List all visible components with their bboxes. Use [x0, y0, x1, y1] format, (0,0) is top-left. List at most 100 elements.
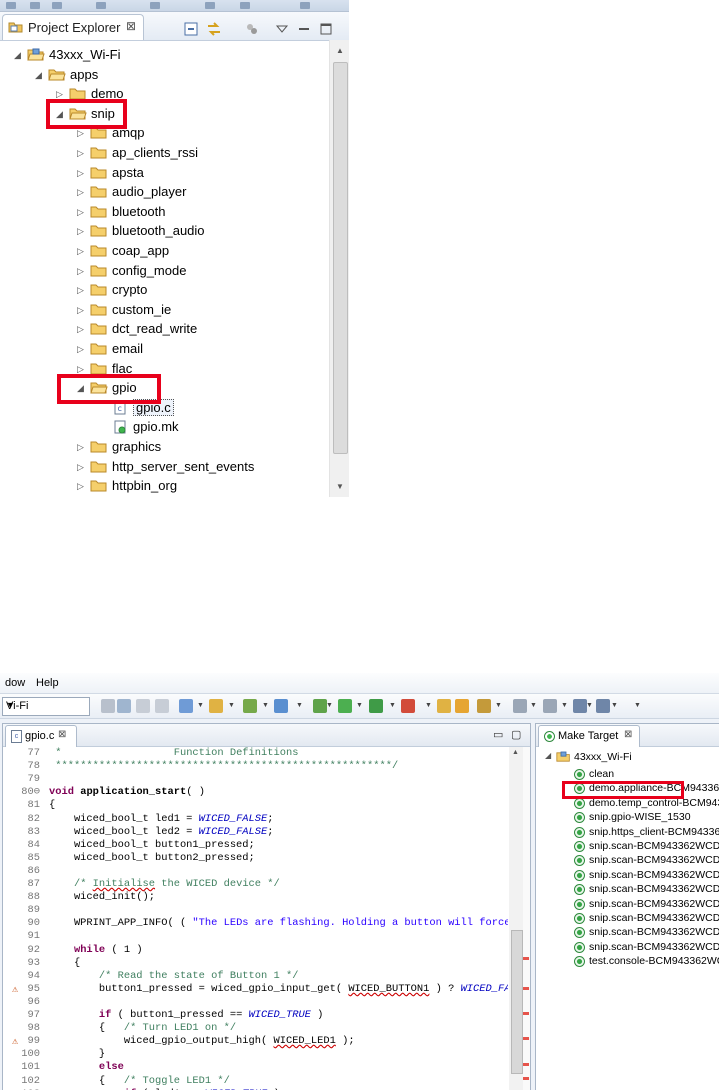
collapsed-arrow-icon[interactable]: ▷	[77, 324, 87, 334]
dropdown-arrow-icon[interactable]: ▼	[530, 702, 537, 709]
collapsed-arrow-icon[interactable]: ▷	[77, 344, 87, 354]
scrollbar-thumb[interactable]	[333, 62, 348, 454]
minimize-icon[interactable]: ▭	[493, 728, 503, 741]
dropdown-arrow-icon[interactable]: ▼	[634, 702, 641, 709]
tree-item[interactable]: ◢ 43xxx_Wi-Fi	[0, 46, 329, 65]
toolbar-button-icon[interactable]	[155, 699, 169, 713]
toolbar-button-icon[interactable]	[455, 699, 469, 713]
collapsed-arrow-icon[interactable]: ▷	[56, 89, 66, 99]
filter-icon[interactable]	[244, 21, 260, 37]
collapsed-arrow-icon[interactable]: ▷	[77, 266, 87, 276]
error-marker[interactable]	[523, 1063, 529, 1066]
tree-item[interactable]: ▷ apsta	[0, 164, 329, 183]
tab-project-explorer[interactable]: Project Explorer ⊠	[2, 14, 144, 40]
error-marker[interactable]	[523, 1037, 529, 1040]
tree-item[interactable]: ▷ httpbin_org	[0, 477, 329, 496]
error-marker[interactable]	[523, 987, 529, 990]
view-menu-icon[interactable]	[274, 21, 290, 37]
make-target-item[interactable]: snip.scan-BCM943362WCD4 d	[536, 882, 719, 896]
toolbar-button-icon[interactable]	[274, 699, 288, 713]
toolbar-button-icon[interactable]	[543, 699, 557, 713]
toolbar-button-icon[interactable]	[401, 699, 415, 713]
make-target-item[interactable]: snip.scan-BCM943362WCD4-	[536, 911, 719, 925]
toolbar-button-icon[interactable]	[313, 699, 327, 713]
collapsed-arrow-icon[interactable]: ▷	[77, 246, 87, 256]
dropdown-arrow-icon[interactable]: ▼	[389, 702, 396, 709]
toolbar-button-icon[interactable]	[477, 699, 491, 713]
toolbar-button-icon[interactable]	[117, 699, 131, 713]
close-icon[interactable]: ⊠	[624, 729, 632, 740]
collapsed-arrow-icon[interactable]: ▷	[77, 481, 87, 491]
collapsed-arrow-icon[interactable]: ▷	[77, 148, 87, 158]
tree-item[interactable]: ▷ config_mode	[0, 262, 329, 281]
tree-item[interactable]: ▷ bluetooth_audio	[0, 222, 329, 241]
tree-item[interactable]: ▷ graphics	[0, 438, 329, 457]
error-marker[interactable]	[523, 1077, 529, 1080]
link-with-editor-icon[interactable]	[206, 21, 222, 37]
scrollbar-thumb[interactable]	[511, 930, 523, 1074]
collapsed-arrow-icon[interactable]: ▷	[77, 364, 87, 374]
make-target-item[interactable]: snip.scan-BCM943362WCD4-	[536, 853, 719, 867]
make-target-item[interactable]: snip.scan-BCM943362WCD4-1	[536, 925, 719, 939]
make-target-item[interactable]: test.console-BCM943362WCD	[536, 954, 719, 968]
make-target-item[interactable]: snip.scan-BCM943362WCD4-	[536, 940, 719, 954]
collapsed-arrow-icon[interactable]: ▷	[77, 462, 87, 472]
toolbar-button-icon[interactable]	[101, 699, 115, 713]
tree-item[interactable]: c gpio.c	[0, 398, 329, 418]
make-target-item[interactable]: snip.scan-BCM943362WCD4 d	[536, 868, 719, 882]
toolbar-button-icon[interactable]	[596, 699, 610, 713]
error-marker[interactable]	[523, 1012, 529, 1015]
toolbar-button-icon[interactable]	[573, 699, 587, 713]
dropdown-arrow-icon[interactable]: ▼	[561, 702, 568, 709]
collapse-all-icon[interactable]	[183, 21, 199, 37]
tree-item[interactable]: ◢ gpio	[0, 379, 329, 398]
toolbar-button-icon[interactable]	[243, 699, 257, 713]
error-marker[interactable]	[523, 957, 529, 960]
tab-gpio-c[interactable]: c gpio.c ⊠	[5, 725, 77, 747]
tree-item[interactable]: ◢ apps	[0, 66, 329, 85]
collapsed-arrow-icon[interactable]: ▷	[77, 442, 87, 452]
tree-item[interactable]: ▷ crypto	[0, 281, 329, 300]
tree-item[interactable]: ▷ bluetooth	[0, 203, 329, 222]
overview-ruler[interactable]	[523, 747, 530, 1090]
make-target-item[interactable]: snip.https_client-BCM943362W	[536, 825, 719, 839]
tree-item[interactable]: ▷ flac	[0, 360, 329, 379]
collapsed-arrow-icon[interactable]: ▷	[77, 305, 87, 315]
toolbar-button-icon[interactable]	[513, 699, 527, 713]
toolbar-button-icon[interactable]	[437, 699, 451, 713]
dropdown-arrow-icon[interactable]: ▼	[326, 702, 333, 709]
maximize-icon[interactable]	[318, 21, 334, 37]
dropdown-arrow-icon[interactable]: ▼	[296, 702, 303, 709]
code-area[interactable]: 77 * Function Definitions 78 ************…	[3, 747, 508, 1090]
expanded-arrow-icon[interactable]: ◢	[35, 70, 45, 80]
collapsed-arrow-icon[interactable]: ▷	[77, 285, 87, 295]
make-target-item[interactable]: snip.scan-BCM943362WCD4-	[536, 897, 719, 911]
toolbar-button-icon[interactable]	[338, 699, 352, 713]
dropdown-arrow-icon[interactable]: ▼	[611, 702, 618, 709]
tab-make-target[interactable]: Make Target ⊠	[538, 725, 640, 747]
collapsed-arrow-icon[interactable]: ▷	[77, 226, 87, 236]
maximize-icon[interactable]: ▢	[511, 728, 521, 741]
tree-item[interactable]: ▷ ap_clients_rssi	[0, 144, 329, 163]
menu-window[interactable]: dow	[5, 677, 25, 689]
dropdown-arrow-icon[interactable]: ▼	[425, 702, 432, 709]
make-target-item[interactable]: snip.scan-BCM943362WCD4	[536, 839, 719, 853]
make-target-root[interactable]: ◢ 43xxx_Wi-Fi	[536, 750, 719, 764]
dropdown-arrow-icon[interactable]: ▼	[586, 702, 593, 709]
tree-scrollbar[interactable]: ▲ ▼	[329, 40, 349, 497]
dropdown-arrow-icon[interactable]: ▼	[228, 702, 235, 709]
close-icon[interactable]: ⊠	[126, 19, 136, 33]
toolbar-button-icon[interactable]	[136, 699, 150, 713]
dropdown-arrow-icon[interactable]: ▼	[495, 702, 502, 709]
tree-item[interactable]: gpio.mk	[0, 418, 329, 437]
collapsed-arrow-icon[interactable]: ▷	[77, 168, 87, 178]
expanded-arrow-icon[interactable]: ◢	[545, 751, 551, 760]
make-target-item[interactable]: clean	[536, 767, 719, 781]
scroll-up-arrow-icon[interactable]: ▲	[512, 749, 519, 756]
dropdown-arrow-icon[interactable]: ▼	[356, 702, 363, 709]
tree-item[interactable]: ▷ dct_read_write	[0, 320, 329, 339]
editor-scrollbar[interactable]: ▲	[509, 747, 523, 1090]
toolbar-button-icon[interactable]	[179, 699, 193, 713]
make-target-item[interactable]: snip.gpio-WISE_1530	[536, 810, 719, 824]
tree-item[interactable]: ▷ audio_player	[0, 183, 329, 202]
